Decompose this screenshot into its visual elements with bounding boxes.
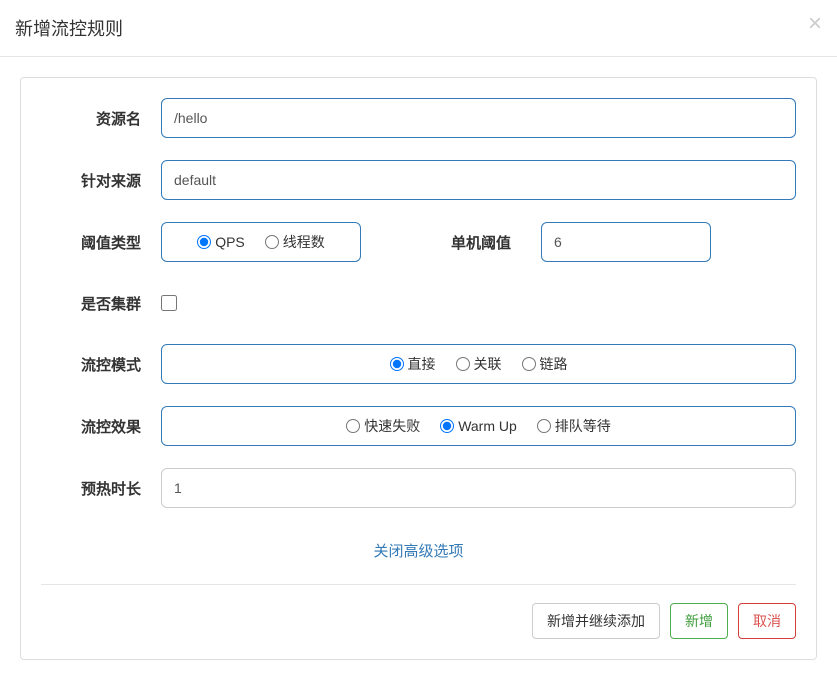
radio-chain[interactable] bbox=[522, 357, 536, 371]
modal-title: 新增流控规则 bbox=[15, 15, 822, 41]
radio-group-threshold-type: QPS 线程数 bbox=[161, 222, 361, 262]
modal-header: 新增流控规则 × bbox=[0, 0, 837, 57]
row-resource-name: 资源名 bbox=[41, 98, 796, 138]
radio-label-qps[interactable]: QPS bbox=[215, 234, 245, 250]
radio-group-flow-mode: 直接 关联 链路 bbox=[161, 344, 796, 384]
input-threshold[interactable] bbox=[541, 222, 711, 262]
label-warmup-time: 预热时长 bbox=[41, 478, 161, 499]
radio-label-relate[interactable]: 关联 bbox=[474, 354, 502, 374]
radio-label-direct[interactable]: 直接 bbox=[408, 354, 436, 374]
radio-thread[interactable] bbox=[265, 235, 279, 249]
checkbox-cluster[interactable] bbox=[161, 295, 177, 311]
label-threshold-type: 阈值类型 bbox=[41, 232, 161, 253]
input-source[interactable] bbox=[161, 160, 796, 200]
add-continue-button[interactable]: 新增并继续添加 bbox=[532, 603, 660, 639]
label-resource-name: 资源名 bbox=[41, 108, 161, 129]
radio-fast-fail[interactable] bbox=[346, 419, 360, 433]
radio-label-warmup[interactable]: Warm Up bbox=[458, 418, 517, 434]
radio-direct[interactable] bbox=[390, 357, 404, 371]
radio-label-thread[interactable]: 线程数 bbox=[283, 232, 325, 252]
input-resource-name[interactable] bbox=[161, 98, 796, 138]
radio-label-queue[interactable]: 排队等待 bbox=[555, 416, 611, 436]
radio-group-flow-effect: 快速失败 Warm Up 排队等待 bbox=[161, 406, 796, 446]
row-warmup-time: 预热时长 bbox=[41, 468, 796, 508]
label-source: 针对来源 bbox=[41, 170, 161, 191]
modal-dialog: 新增流控规则 × 资源名 针对来源 阈值类型 bbox=[0, 0, 837, 660]
label-flow-mode: 流控模式 bbox=[41, 354, 161, 375]
row-threshold-type: 阈值类型 QPS 线程数 单机阈值 bbox=[41, 222, 796, 262]
label-cluster: 是否集群 bbox=[41, 293, 161, 314]
radio-warmup[interactable] bbox=[440, 419, 454, 433]
toggle-advanced-link[interactable]: 关闭高级选项 bbox=[41, 530, 796, 566]
input-warmup-time[interactable] bbox=[161, 468, 796, 508]
radio-qps[interactable] bbox=[197, 235, 211, 249]
row-source: 针对来源 bbox=[41, 160, 796, 200]
row-flow-mode: 流控模式 直接 关联 链路 bbox=[41, 344, 796, 384]
radio-label-chain[interactable]: 链路 bbox=[540, 354, 568, 374]
radio-label-fast-fail[interactable]: 快速失败 bbox=[364, 416, 420, 436]
modal-body: 资源名 针对来源 阈值类型 QPS bbox=[0, 57, 837, 680]
modal-footer: 新增并继续添加 新增 取消 bbox=[41, 584, 796, 639]
row-flow-effect: 流控效果 快速失败 Warm Up 排队等待 bbox=[41, 406, 796, 446]
close-icon[interactable]: × bbox=[808, 12, 822, 36]
form-panel: 资源名 针对来源 阈值类型 QPS bbox=[20, 77, 817, 660]
label-flow-effect: 流控效果 bbox=[41, 416, 161, 437]
row-cluster: 是否集群 bbox=[41, 284, 796, 322]
cancel-button[interactable]: 取消 bbox=[738, 603, 796, 639]
radio-queue[interactable] bbox=[537, 419, 551, 433]
label-threshold: 单机阈值 bbox=[451, 232, 511, 253]
add-button[interactable]: 新增 bbox=[670, 603, 728, 639]
radio-relate[interactable] bbox=[456, 357, 470, 371]
